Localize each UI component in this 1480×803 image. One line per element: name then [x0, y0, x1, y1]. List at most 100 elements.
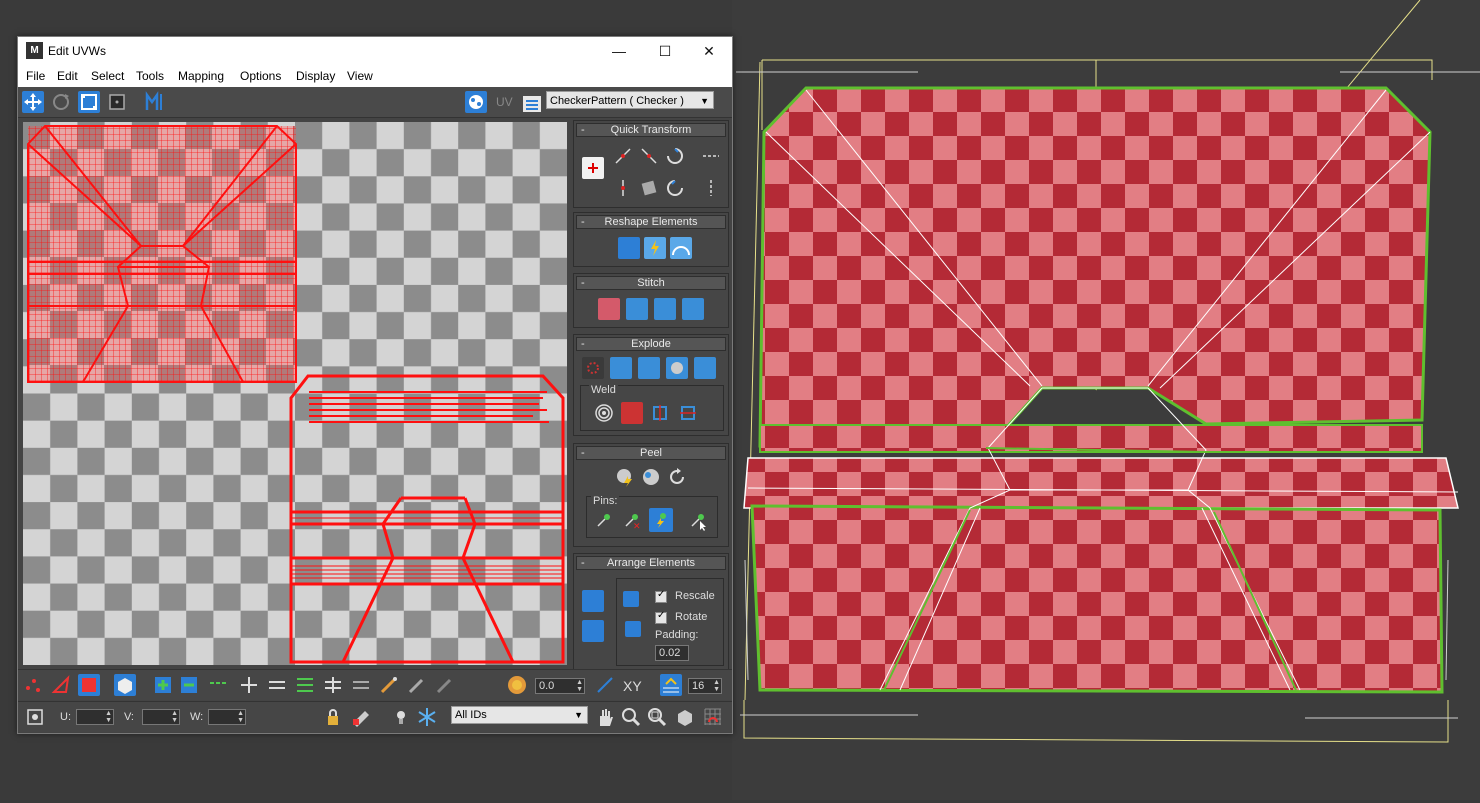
- pin-selected-icon[interactable]: [593, 509, 615, 531]
- absolute-offset-icon[interactable]: [24, 706, 46, 728]
- space-vertical-icon[interactable]: [700, 177, 722, 199]
- flatten-by-polygon-icon[interactable]: [638, 357, 660, 379]
- rotate-icon[interactable]: [50, 91, 72, 113]
- menu-mapping[interactable]: Mapping: [178, 69, 224, 83]
- uv-editor-canvas[interactable]: [23, 122, 567, 665]
- space-horizontal-icon[interactable]: [700, 145, 722, 167]
- rotate-ccw-icon[interactable]: [664, 145, 686, 167]
- flatten-by-material-icon[interactable]: [694, 357, 716, 379]
- w-input[interactable]: ▲ ▼: [208, 709, 246, 725]
- stitch-to-target-icon[interactable]: [598, 298, 620, 320]
- soft-selection-icon[interactable]: [506, 674, 528, 696]
- scale-icon[interactable]: [78, 91, 100, 113]
- paint-select-icon[interactable]: [378, 674, 400, 696]
- reset-peel-icon[interactable]: [666, 466, 688, 488]
- break-icon[interactable]: [582, 357, 604, 379]
- menu-view[interactable]: View: [347, 69, 373, 83]
- pivot-icon[interactable]: [582, 157, 604, 179]
- menu-options[interactable]: Options: [240, 69, 281, 83]
- falloff-icon[interactable]: [594, 674, 616, 696]
- v-input[interactable]: ▲ ▼: [142, 709, 180, 725]
- align-horizontal-icon[interactable]: [612, 145, 634, 167]
- padding-input[interactable]: 0.02: [655, 645, 689, 661]
- rotate-checkbox[interactable]: [655, 610, 667, 624]
- unpin-selected-icon[interactable]: ✕: [621, 509, 643, 532]
- edge-mode-icon[interactable]: [50, 674, 72, 696]
- stitch-to-source-icon[interactable]: [626, 298, 648, 320]
- stitch-average-icon[interactable]: [654, 298, 676, 320]
- auto-pin-icon[interactable]: [649, 508, 673, 532]
- zoom-extents-icon[interactable]: [674, 706, 696, 728]
- polygon-mode-icon[interactable]: [78, 674, 100, 696]
- grow-selection-icon[interactable]: [152, 674, 174, 696]
- quick-peel-icon[interactable]: [614, 466, 636, 488]
- show-map-icon[interactable]: [465, 91, 487, 113]
- 3d-viewport[interactable]: [732, 0, 1480, 800]
- menu-display[interactable]: Display: [296, 69, 335, 83]
- rotate-cw-icon[interactable]: [664, 177, 686, 199]
- zoom-icon[interactable]: [620, 706, 642, 728]
- menu-select[interactable]: Select: [91, 69, 124, 83]
- title-bar[interactable]: M Edit UVWs — ☐ ✕: [18, 37, 732, 65]
- freeform-icon[interactable]: [106, 91, 128, 113]
- lock-selection-icon[interactable]: [322, 706, 344, 728]
- loop-select-icon[interactable]: [208, 674, 230, 696]
- peel-mode-icon[interactable]: [640, 466, 662, 488]
- align-vertical-icon[interactable]: [612, 177, 634, 199]
- ring-select-icon[interactable]: [294, 674, 316, 696]
- texture-dropdown[interactable]: CheckerPattern ( Checker ) ▼: [546, 91, 714, 109]
- menu-edit[interactable]: Edit: [57, 69, 78, 83]
- filter-selected-faces-icon[interactable]: [350, 706, 372, 728]
- pack-together-icon[interactable]: [582, 620, 604, 642]
- menu-file[interactable]: File: [26, 69, 45, 83]
- select-pins-icon[interactable]: [687, 509, 709, 531]
- straighten-icon[interactable]: [618, 237, 640, 259]
- uv-label[interactable]: UV: [496, 95, 513, 109]
- zoom-region-icon[interactable]: [646, 706, 668, 728]
- rollout-header-explode[interactable]: - Explode: [576, 337, 726, 351]
- relax-icon[interactable]: [644, 237, 666, 259]
- pan-icon[interactable]: [594, 706, 616, 728]
- vertex-mode-icon[interactable]: [22, 674, 44, 696]
- weld-selected-icon[interactable]: [621, 402, 643, 424]
- move-icon[interactable]: [22, 91, 44, 113]
- detach-icon[interactable]: [610, 357, 632, 379]
- uv-list-icon[interactable]: [521, 93, 541, 112]
- align-diagonal-icon[interactable]: [638, 145, 660, 167]
- grid-snap-icon[interactable]: [660, 674, 682, 696]
- stitch-custom-icon[interactable]: [682, 298, 704, 320]
- minimize-icon[interactable]: —: [596, 37, 642, 65]
- xy-label[interactable]: XY: [623, 678, 642, 694]
- freeze-icon[interactable]: [416, 706, 438, 728]
- paint-grow-icon[interactable]: [406, 674, 428, 696]
- pack-custom-icon[interactable]: [623, 591, 639, 607]
- maximize-icon[interactable]: ☐: [642, 37, 688, 65]
- shrink-ring-icon[interactable]: [350, 674, 372, 696]
- grid-snap-toggle-icon[interactable]: [702, 706, 724, 728]
- weld-edge-icon[interactable]: [677, 402, 699, 424]
- close-icon[interactable]: ✕: [686, 37, 732, 65]
- hide-icon[interactable]: [390, 706, 412, 728]
- rollout-header-quick-transform[interactable]: - Quick Transform: [576, 123, 726, 137]
- grow-loop-icon[interactable]: [238, 674, 260, 696]
- shrink-selection-icon[interactable]: [178, 674, 200, 696]
- rescale-checkbox[interactable]: [655, 589, 667, 603]
- u-input[interactable]: ▲ ▼: [76, 709, 114, 725]
- soft-selection-input[interactable]: 0.0 ▲ ▼: [535, 678, 585, 694]
- pack-recalc-icon[interactable]: [625, 621, 641, 637]
- align-to-edge-icon[interactable]: [638, 177, 660, 199]
- grid-size-input[interactable]: 16 ▲ ▼: [688, 678, 722, 694]
- grow-ring-icon[interactable]: [322, 674, 344, 696]
- weld-target-icon[interactable]: [593, 402, 615, 424]
- paint-shrink-icon[interactable]: [434, 674, 456, 696]
- rollout-header-reshape-elements[interactable]: - Reshape Elements: [576, 215, 726, 229]
- mirror-icon[interactable]: [144, 91, 166, 113]
- rollout-header-arrange-elements[interactable]: - Arrange Elements: [576, 556, 726, 570]
- rollout-header-stitch[interactable]: - Stitch: [576, 276, 726, 290]
- rollout-header-peel[interactable]: - Peel: [576, 446, 726, 460]
- menu-tools[interactable]: Tools: [136, 69, 164, 83]
- circle-icon[interactable]: [670, 237, 692, 259]
- flatten-by-smoothing-icon[interactable]: [666, 357, 688, 379]
- shrink-loop-icon[interactable]: [266, 674, 288, 696]
- ids-dropdown[interactable]: All IDs ▼: [451, 706, 588, 724]
